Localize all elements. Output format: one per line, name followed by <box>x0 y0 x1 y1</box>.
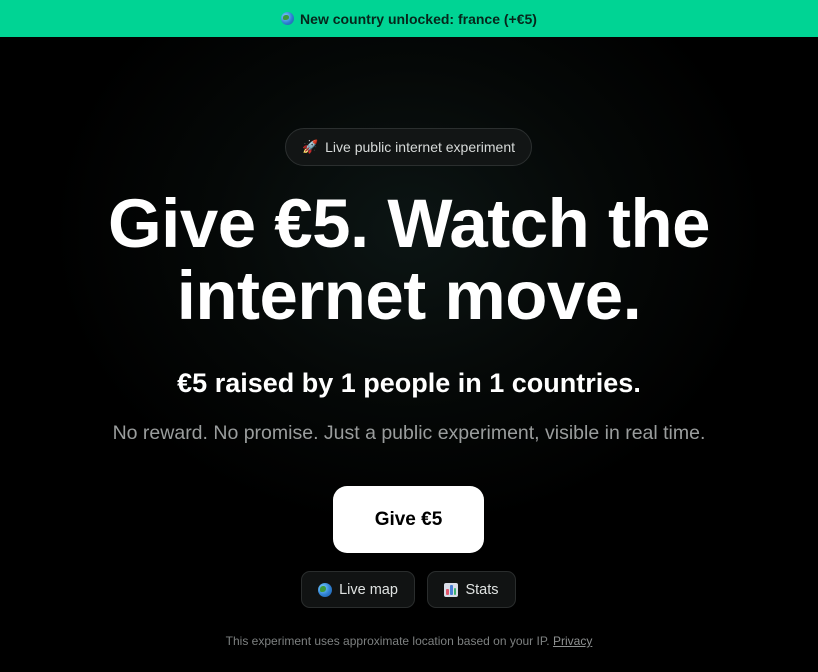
subtitle: No reward. No promise. Just a public exp… <box>112 422 706 444</box>
experiment-badge-label: Live public internet experiment <box>325 139 516 155</box>
live-map-button[interactable]: Live map <box>301 571 415 608</box>
globe-icon <box>281 12 295 25</box>
raised-summary: €5 raised by 1 people in 1 countries. <box>177 368 641 398</box>
rocket-icon: 🚀 <box>301 139 319 154</box>
live-map-label: Live map <box>339 581 398 598</box>
headline-line-2: internet move. <box>176 257 642 334</box>
bar-chart-icon <box>444 582 459 597</box>
banner-text: New country unlocked: france (+€5) <box>300 10 537 27</box>
footer-text: This experiment uses approximate locatio… <box>225 634 550 648</box>
page: New country unlocked: france (+€5) 🚀 Liv… <box>0 0 818 672</box>
headline-line-1: Give €5. Watch the <box>108 185 710 262</box>
give-button[interactable]: Give €5 <box>333 486 484 553</box>
footer-note: This experiment uses approximate locatio… <box>0 633 818 649</box>
notification-banner: New country unlocked: france (+€5) <box>0 0 818 37</box>
page-title: Give €5. Watch the internet move. <box>0 188 818 332</box>
experiment-badge: 🚀 Live public internet experiment <box>285 128 532 166</box>
privacy-link[interactable]: Privacy <box>553 634 592 648</box>
stats-button[interactable]: Stats <box>427 571 516 608</box>
stats-label: Stats <box>465 581 499 598</box>
globe-icon <box>318 582 333 597</box>
